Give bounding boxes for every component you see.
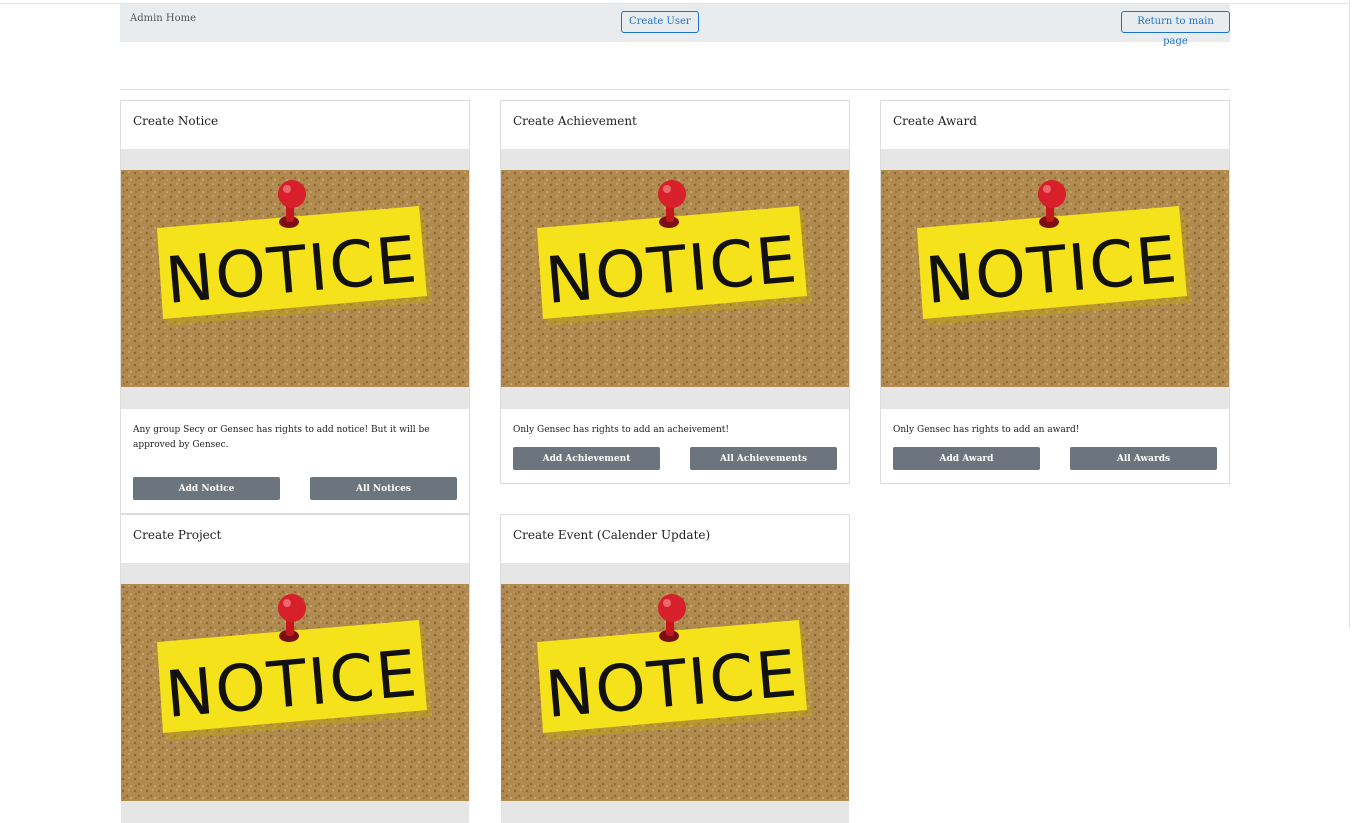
card-title: Create Project: [133, 528, 222, 542]
card-title: Create Award: [893, 114, 977, 128]
card-title: Create Notice: [133, 114, 219, 128]
notice-image: [121, 584, 469, 801]
card-create-achievement: Create Achievement Only Gensec has right…: [500, 100, 850, 484]
all-notices-button[interactable]: All Notices: [310, 477, 457, 500]
navbar: Admin Home Create User Return to main pa…: [120, 4, 1230, 47]
card-description: Only Gensec has rights to add an award!: [893, 425, 1080, 435]
notice-image: [501, 584, 849, 801]
card-description: Any group Secy or Gensec has rights to a…: [133, 425, 430, 450]
notice-image: [501, 170, 849, 387]
card-description: Only Gensec has rights to add an acheive…: [513, 425, 730, 435]
all-achievements-button[interactable]: All Achievements: [690, 447, 837, 470]
card-image-band: [501, 563, 849, 823]
add-award-button[interactable]: Add Award: [893, 447, 1040, 470]
scrollbar[interactable]: [1349, 0, 1353, 628]
card-create-event: Create Event (Calender Update): [500, 514, 850, 823]
card-image-band: [121, 563, 469, 823]
card-title: Create Achievement: [513, 114, 637, 128]
return-main-page-button[interactable]: Return to main page: [1121, 11, 1230, 47]
card-image-band: [121, 149, 469, 409]
card-image-band: [501, 149, 849, 409]
card-title: Create Event (Calender Update): [513, 528, 711, 542]
card-create-notice: Create Notice Any group Secy or Gensec h…: [120, 100, 470, 514]
card-create-project: Create Project: [120, 514, 470, 823]
add-achievement-button[interactable]: Add Achievement: [513, 447, 660, 470]
divider: [120, 89, 1230, 90]
navbar-brand[interactable]: Admin Home: [130, 13, 196, 24]
notice-image: [881, 170, 1229, 387]
card-create-award: Create Award Only Gensec has rights to a…: [880, 100, 1230, 484]
add-notice-button[interactable]: Add Notice: [133, 477, 280, 500]
card-image-band: [881, 149, 1229, 409]
notice-image: [121, 170, 469, 387]
create-user-button[interactable]: Create User: [621, 11, 699, 33]
all-awards-button[interactable]: All Awards: [1070, 447, 1217, 470]
